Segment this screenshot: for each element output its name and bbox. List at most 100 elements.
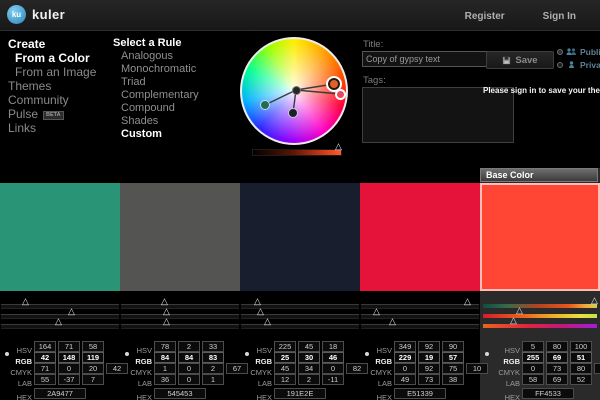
lab-value[interactable]: -11 — [322, 374, 344, 385]
lab-value[interactable]: 2 — [298, 374, 320, 385]
hex-label: HEX — [368, 392, 392, 400]
wheel-marker-navy[interactable] — [288, 108, 298, 118]
nav-pulse-label: Pulse — [8, 107, 38, 121]
sliders-swatch-2: △ △ △ — [121, 302, 239, 336]
sliders-base-color: △ △ △ — [483, 302, 597, 336]
rule-analogous[interactable]: Analogous — [113, 50, 199, 63]
public-radio[interactable] — [557, 49, 563, 55]
lab-value[interactable]: 58 — [522, 374, 544, 385]
slider-track[interactable]: △ — [121, 304, 239, 309]
slider-handle-icon[interactable]: △ — [373, 307, 380, 315]
lab-value[interactable]: 0 — [178, 374, 200, 385]
cmyk-value[interactable]: 10 — [466, 363, 488, 374]
sliders-swatch-3: △ △ △ — [241, 302, 359, 336]
slider-handle-icon[interactable]: △ — [389, 317, 396, 325]
brightness-slider[interactable]: △ — [252, 149, 342, 156]
hue-slider-track[interactable]: △ — [483, 304, 597, 308]
lab-value[interactable]: -37 — [58, 374, 80, 385]
slider-track[interactable]: △ — [241, 324, 359, 329]
slider-track[interactable]: △ — [121, 324, 239, 329]
slider-handle-icon[interactable]: △ — [257, 307, 264, 315]
slider-handle-icon[interactable]: △ — [254, 297, 261, 305]
wheel-marker-base-selected[interactable] — [326, 76, 342, 92]
slider-handle-icon[interactable]: △ — [55, 317, 62, 325]
swatch-2[interactable] — [120, 183, 240, 291]
private-person-icon — [566, 61, 577, 69]
color-wheel[interactable] — [240, 37, 348, 145]
title-label: Title: — [363, 39, 383, 50]
lab-value[interactable]: 69 — [546, 374, 568, 385]
lab-value[interactable]: 52 — [570, 374, 592, 385]
swatch-select-dot[interactable] — [485, 352, 489, 356]
rule-triad[interactable]: Triad — [113, 76, 199, 89]
hex-value[interactable]: E51339 — [394, 388, 446, 399]
nav-from-an-image[interactable]: From an Image — [8, 65, 96, 79]
slider-track[interactable]: △ — [121, 314, 239, 319]
slider-handle-icon[interactable]: △ — [163, 317, 170, 325]
lab-value[interactable]: 1 — [202, 374, 224, 385]
slider-track[interactable]: △ — [1, 324, 119, 329]
slider-track[interactable]: △ — [1, 304, 119, 309]
swatch-3[interactable] — [240, 183, 360, 291]
save-button[interactable]: Save — [486, 51, 554, 69]
hex-value[interactable]: 545453 — [154, 388, 206, 399]
rule-shades[interactable]: Shades — [113, 115, 199, 128]
rule-custom[interactable]: Custom — [113, 128, 199, 141]
nav-pulse[interactable]: PulseBETA — [8, 107, 96, 121]
nav-links[interactable]: Links — [8, 121, 96, 135]
hex-value[interactable]: 191E2E — [274, 388, 326, 399]
slider-handle-icon[interactable]: △ — [464, 297, 471, 305]
signin-message: Please sign in to save your theme. — [483, 86, 600, 95]
hex-value[interactable]: 2A9477 — [34, 388, 86, 399]
lab-value[interactable]: 12 — [274, 374, 296, 385]
register-link[interactable]: Register — [465, 11, 505, 22]
nav-community[interactable]: Community — [8, 93, 96, 107]
swatch-1[interactable] — [0, 183, 120, 291]
slider-handle-icon[interactable]: △ — [335, 142, 342, 150]
private-label: Private — [580, 60, 600, 70]
nav-from-a-color[interactable]: From a Color — [8, 51, 96, 65]
slider-track[interactable]: △ — [361, 324, 479, 329]
lab-value[interactable]: 36 — [154, 374, 176, 385]
nav-create[interactable]: Create — [8, 37, 96, 51]
kuler-logo[interactable]: ku kuler — [7, 5, 65, 24]
rule-complementary[interactable]: Complementary — [113, 89, 199, 102]
lab-value[interactable]: 55 — [34, 374, 56, 385]
lab-value[interactable]: 49 — [394, 374, 416, 385]
privacy-options: Public Private — [557, 45, 600, 71]
slider-handle-icon[interactable]: △ — [591, 296, 598, 304]
slider-track[interactable]: △ — [361, 314, 479, 319]
slider-handle-icon[interactable]: △ — [264, 317, 271, 325]
cmyk-value[interactable]: 0 — [594, 363, 600, 374]
private-option[interactable]: Private — [557, 58, 600, 71]
cmyk-value[interactable]: 67 — [226, 363, 248, 374]
slider-handle-icon[interactable]: △ — [68, 307, 75, 315]
lab-value[interactable]: 38 — [442, 374, 464, 385]
swatch-4[interactable] — [360, 183, 480, 291]
save-button-label: Save — [515, 55, 537, 66]
cmyk-value[interactable]: 42 — [106, 363, 128, 374]
kuler-logo-icon: ku — [7, 5, 26, 24]
rule-compound[interactable]: Compound — [113, 102, 199, 115]
wheel-marker-center[interactable] — [292, 86, 301, 95]
signin-link[interactable]: Sign In — [543, 11, 576, 22]
wheel-marker-teal[interactable] — [260, 100, 270, 110]
slider-track[interactable]: △ — [241, 314, 359, 319]
tags-input[interactable] — [362, 87, 514, 143]
public-option[interactable]: Public — [557, 45, 600, 58]
rule-monochromatic[interactable]: Monochromatic — [113, 63, 199, 76]
lab-value[interactable]: 73 — [418, 374, 440, 385]
private-radio[interactable] — [557, 62, 563, 68]
saturation-slider-track[interactable]: △ — [483, 314, 597, 318]
cmyk-value[interactable]: 82 — [346, 363, 368, 374]
slider-handle-icon[interactable]: △ — [510, 316, 517, 324]
value-slider-track[interactable]: △ — [483, 324, 597, 328]
slider-handle-icon[interactable]: △ — [161, 297, 168, 305]
slider-handle-icon[interactable]: △ — [22, 297, 29, 305]
swatch-base[interactable] — [480, 183, 600, 291]
hex-value[interactable]: FF4533 — [522, 388, 574, 399]
slider-handle-icon[interactable]: △ — [163, 307, 170, 315]
lab-value[interactable]: 7 — [82, 374, 104, 385]
nav-themes[interactable]: Themes — [8, 79, 96, 93]
slider-handle-icon[interactable]: △ — [516, 306, 523, 314]
